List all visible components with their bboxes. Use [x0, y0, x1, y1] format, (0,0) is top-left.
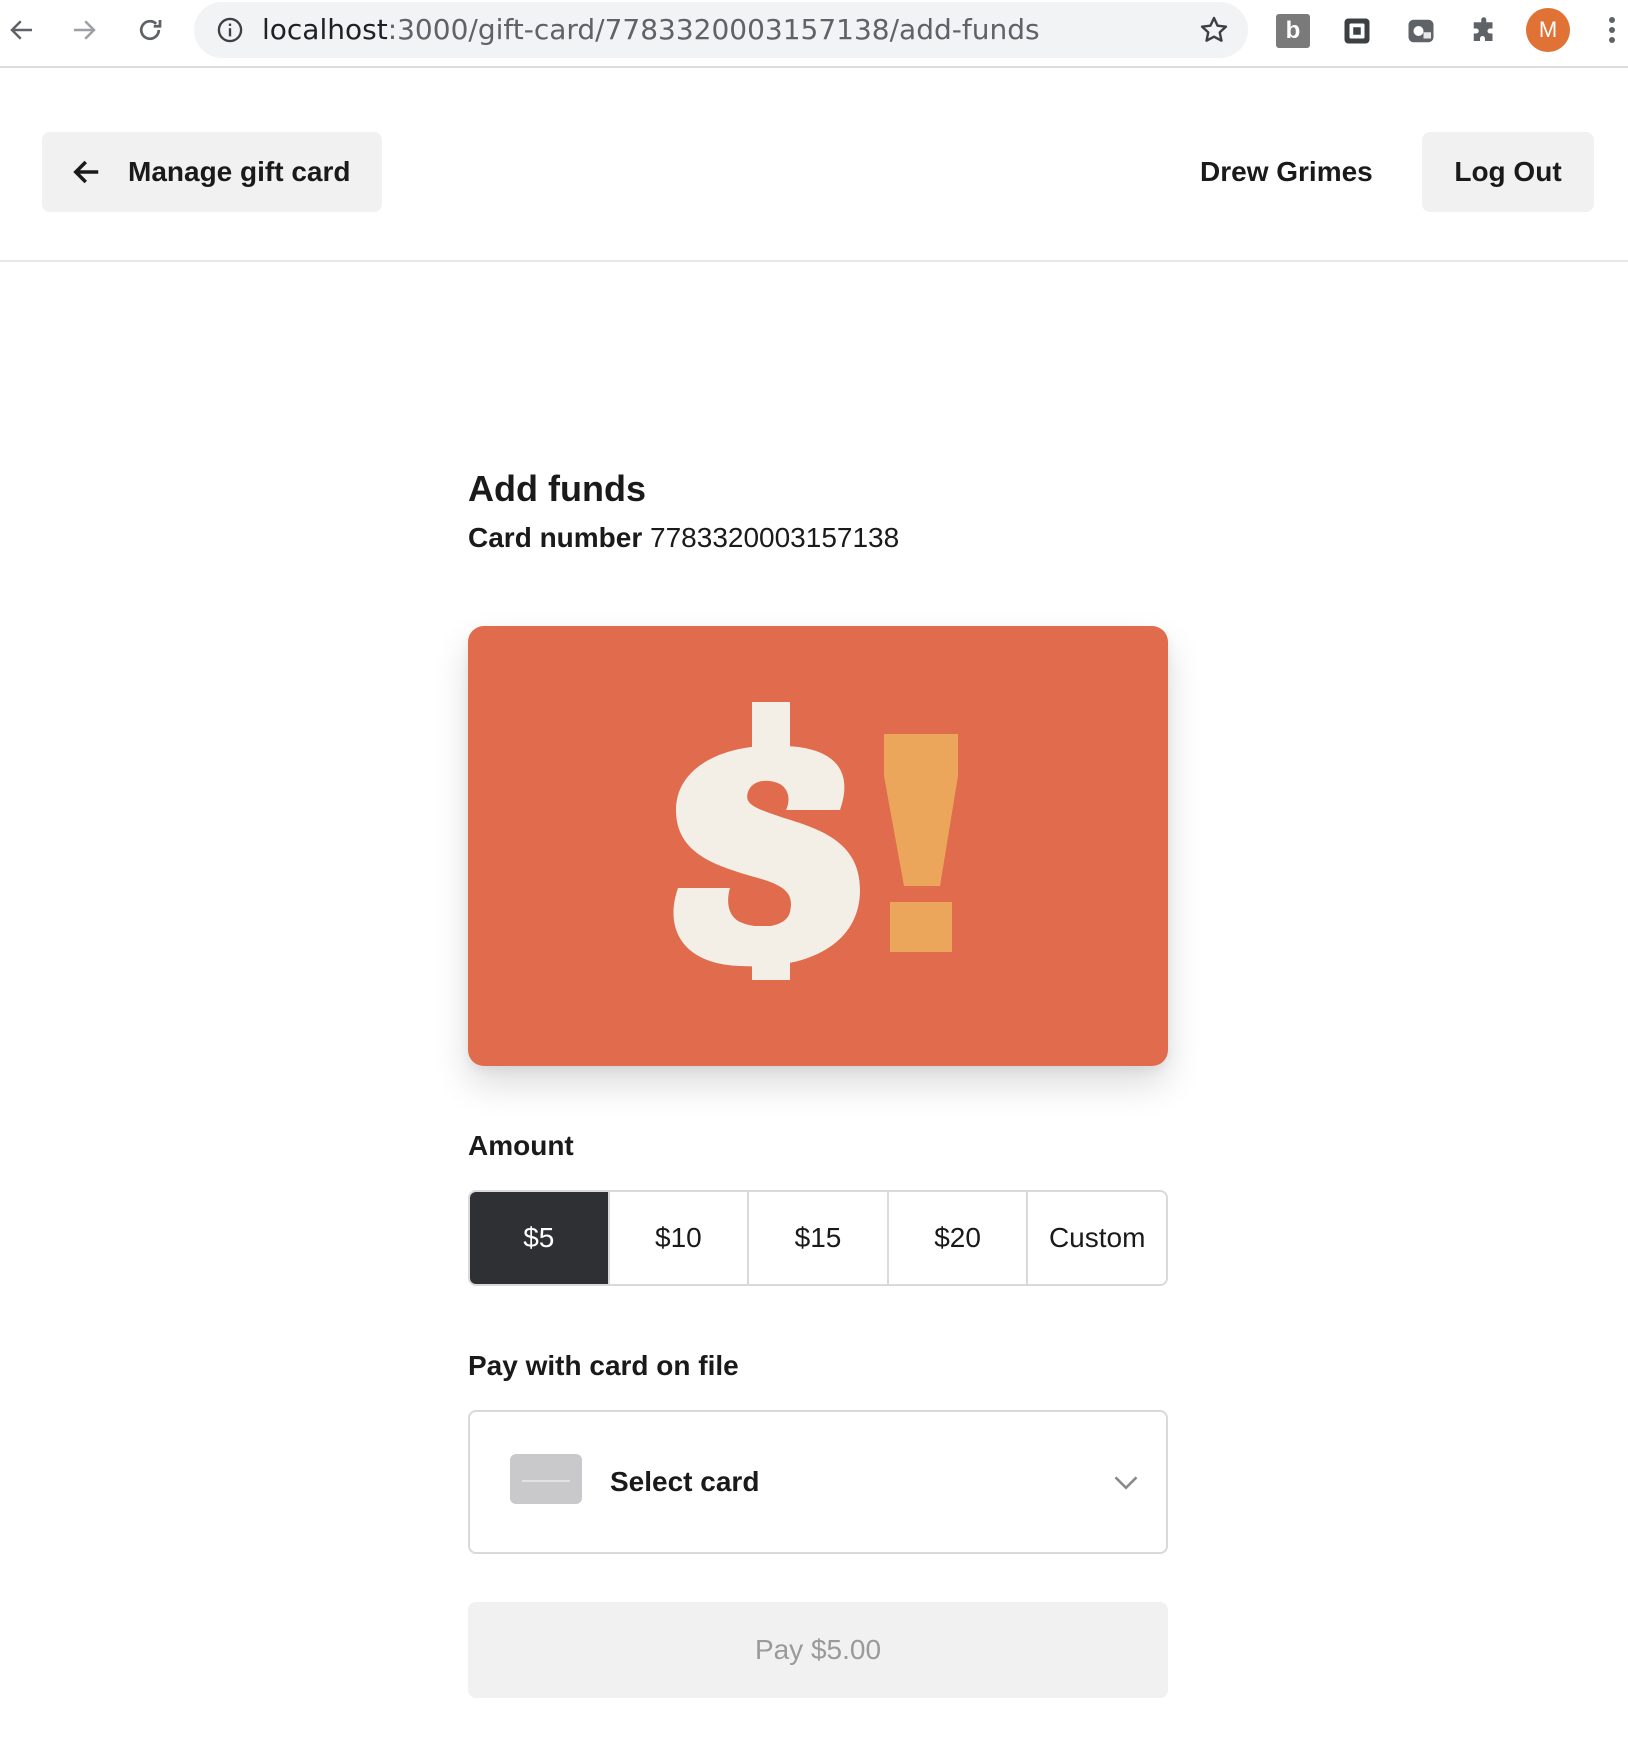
amount-option-20[interactable]: $20	[886, 1192, 1027, 1284]
info-icon[interactable]	[216, 16, 244, 44]
pay-button[interactable]: Pay $5.00	[468, 1602, 1168, 1698]
amount-option-custom[interactable]: Custom	[1026, 1192, 1166, 1284]
address-bar[interactable]: localhost:3000/gift-card/778332000315713…	[194, 2, 1248, 58]
dollar-exclamation-graphic	[673, 702, 958, 980]
reload-icon[interactable]	[128, 8, 172, 52]
page-title: Add funds	[468, 468, 646, 509]
amount-option-10[interactable]: $10	[607, 1192, 748, 1284]
forward-arrow-icon[interactable]	[62, 8, 106, 52]
browser-toolbar: localhost:3000/gift-card/778332000315713…	[0, 0, 1628, 68]
logout-button[interactable]: Log Out	[1422, 132, 1594, 212]
chevron-down-icon	[1114, 1476, 1138, 1490]
puzzle-icon[interactable]	[1468, 14, 1502, 48]
screen-extension-icon[interactable]	[1404, 14, 1438, 48]
pay-with-card-label: Pay with card on file	[468, 1350, 739, 1381]
manage-gift-card-button[interactable]: Manage gift card	[42, 132, 382, 212]
select-card-dropdown[interactable]: Select card	[468, 1410, 1168, 1554]
manage-gift-card-label: Manage gift card	[128, 156, 351, 187]
amount-option-15[interactable]: $15	[747, 1192, 887, 1284]
user-name: Drew Grimes	[1200, 156, 1373, 187]
url-text[interactable]: localhost:3000/gift-card/778332000315713…	[262, 2, 1040, 58]
card-number-value: 7783320003157138	[650, 522, 900, 553]
profile-avatar[interactable]: M	[1526, 8, 1570, 52]
star-icon[interactable]	[1198, 14, 1230, 46]
square-extension-icon[interactable]	[1340, 14, 1374, 48]
credit-card-icon	[510, 1454, 582, 1504]
gift-card-image	[468, 626, 1168, 1066]
card-number-row: Card number 7783320003157138	[468, 522, 899, 554]
amount-label: Amount	[468, 1130, 574, 1161]
extension-b-icon[interactable]: b	[1276, 14, 1310, 48]
amount-option-5[interactable]: $5	[470, 1192, 608, 1284]
back-arrow-icon[interactable]	[0, 8, 44, 52]
amount-selector: $5 $10 $15 $20 Custom	[468, 1190, 1168, 1286]
kebab-menu-icon[interactable]	[1600, 10, 1624, 50]
arrow-left-icon	[73, 160, 99, 184]
card-number-label: Card number	[468, 522, 643, 553]
app-header: Manage gift card Drew Grimes Log Out	[0, 68, 1628, 262]
select-card-placeholder: Select card	[610, 1466, 760, 1497]
